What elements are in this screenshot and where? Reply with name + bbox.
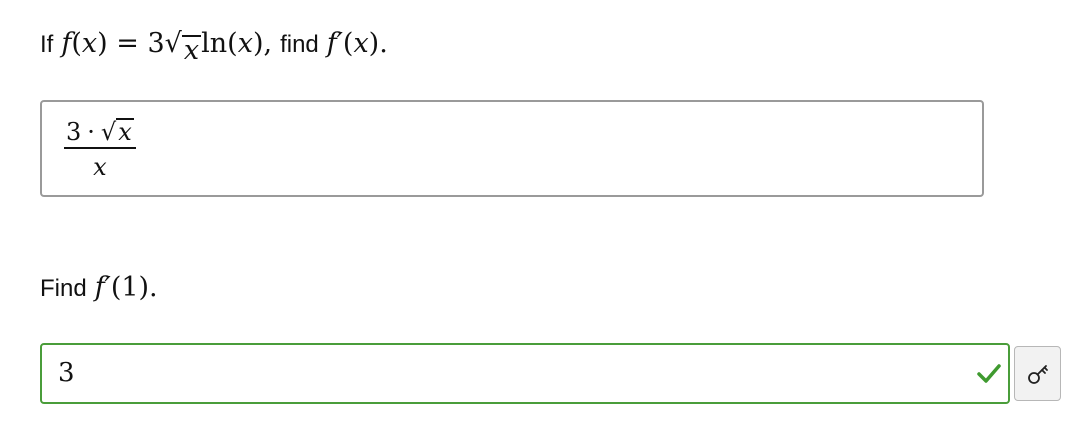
answer-value-text[interactable]: 3 — [58, 357, 75, 389]
derivative-answer-field[interactable]: 3 · √ x x — [40, 100, 984, 197]
question-1-lead: If — [40, 31, 54, 58]
question-1-find-text: find — [280, 31, 319, 58]
question-1-derivative-expression: f′(x). — [326, 28, 388, 59]
key-button[interactable] — [1014, 346, 1061, 401]
question-1-prompt: If f(x) = 3 √ x ln(x), find f′(x). — [40, 24, 388, 65]
fraction-numerator: 3 · √ x — [66, 118, 134, 146]
question-2-prompt: Find f′(1). — [40, 268, 158, 309]
sqrt-expression: √ x — [164, 28, 202, 66]
question-2-lead: Find — [40, 275, 87, 302]
key-icon — [1027, 364, 1048, 384]
fraction-denominator: x — [93, 153, 107, 181]
question-1-function-expression: f(x) = 3 √ x ln(x), — [61, 24, 272, 64]
answer-fraction: 3 · √ x x — [64, 118, 136, 179]
value-answer-field[interactable]: 3 — [40, 343, 1010, 404]
question-2-expression: f′(1). — [94, 272, 158, 303]
checkmark-icon — [977, 364, 1001, 383]
numerator-sqrt: √ x — [100, 118, 134, 146]
